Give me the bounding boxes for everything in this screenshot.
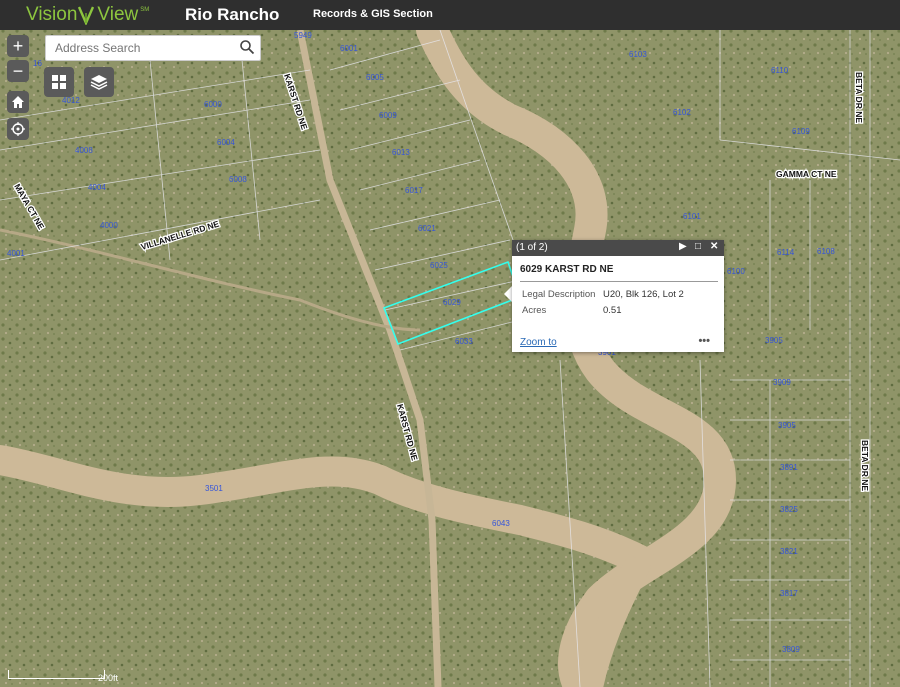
parcel-label: 6004: [217, 138, 235, 147]
logo-word-vision: Vision: [26, 4, 78, 25]
zoom-out-button[interactable]: −: [7, 60, 29, 82]
parcel-label: 4000: [100, 221, 118, 230]
section-title[interactable]: Records & GIS Section: [313, 8, 433, 20]
parcel-label: 4012: [62, 96, 80, 105]
maximize-icon[interactable]: □: [695, 241, 701, 252]
legal-description-label: Legal Description: [522, 289, 596, 300]
parcel-label: 4008: [75, 146, 93, 155]
parcel-label: 16: [33, 59, 42, 68]
parcel-label: 3501: [205, 484, 223, 493]
scale-label: 200ft: [98, 673, 119, 683]
parcel-label: 3809: [782, 645, 800, 654]
parcel-label: 6103: [629, 50, 647, 59]
home-button[interactable]: [7, 91, 29, 113]
address-search-box[interactable]: [45, 35, 261, 61]
parcel-label: 4001: [7, 249, 25, 258]
feature-popup: (1 of 2) ▶ □ ✕ 6029 KARST RD NE Legal De…: [512, 240, 724, 352]
parcel-label: 6100: [727, 267, 745, 276]
parcel-label: 5949: [294, 31, 312, 40]
parcel-label: 6013: [392, 148, 410, 157]
parcel-label: 3817: [780, 589, 798, 598]
address-search-input[interactable]: [53, 40, 237, 56]
next-feature-icon[interactable]: ▶: [679, 241, 687, 252]
locate-button[interactable]: [7, 118, 29, 140]
parcel-label: 3891: [780, 463, 798, 472]
popup-divider: [520, 281, 718, 282]
parcel-label: 6021: [418, 224, 436, 233]
parcel-label: 3825: [780, 505, 798, 514]
popup-count: (1 of 2): [516, 242, 548, 253]
grid-icon: [52, 75, 66, 89]
parcel-label: 3909: [773, 378, 791, 387]
parcel-label: 6110: [771, 66, 789, 75]
scale-bar: [8, 670, 105, 679]
logo-word-view: View: [97, 4, 139, 25]
parcel-label: 6101: [683, 212, 701, 221]
parcel-label: 6008: [229, 175, 247, 184]
logo-service-mark: SM: [140, 7, 150, 13]
logo-leaf-icon: [78, 6, 95, 25]
parcel-label: 6025: [430, 261, 448, 270]
parcel-label: 6108: [817, 247, 835, 256]
legal-description-value: U20, Blk 126, Lot 2: [603, 289, 684, 300]
vision-view-logo: Vision View SM: [26, 4, 149, 26]
parcel-label: 6114: [777, 248, 795, 257]
popup-title: 6029 KARST RD NE: [520, 264, 614, 275]
aerial-map[interactable]: KARST RD NE KARST RD NE VILLANELLE RD NE…: [0, 30, 900, 687]
parcel-label: 6102: [673, 108, 691, 117]
parcel-label: 3905: [765, 336, 783, 345]
road-label-beta-north: BETA DR NE: [854, 72, 864, 123]
parcel-label: 6009: [379, 111, 397, 120]
search-icon[interactable]: [239, 39, 255, 55]
parcel-label: 4004: [88, 183, 106, 192]
acres-value: 0.51: [603, 305, 622, 316]
layers-icon: [90, 75, 108, 90]
parcel-label: 6033: [455, 337, 473, 346]
zoom-in-button[interactable]: +: [7, 35, 29, 57]
app-header: Vision View SM Rio Rancho Records & GIS …: [0, 0, 900, 30]
more-options-button[interactable]: •••: [698, 335, 710, 347]
parcel-label: 6017: [405, 186, 423, 195]
parcel-label: 6000: [204, 100, 222, 109]
road-label-beta-south: BETA DR NE: [860, 440, 870, 491]
city-title: Rio Rancho: [185, 5, 280, 24]
popup-header: (1 of 2) ▶ □ ✕: [512, 240, 724, 256]
parcel-label: 6043: [492, 519, 510, 528]
zoom-to-link[interactable]: Zoom to: [520, 337, 557, 348]
layers-button[interactable]: [84, 67, 114, 97]
parcel-label: 6029: [443, 298, 461, 307]
parcel-label: 6001: [340, 44, 358, 53]
parcel-label: 3905: [778, 421, 796, 430]
close-icon[interactable]: ✕: [710, 241, 718, 252]
road-label-gamma: GAMMA CT NE: [776, 169, 837, 179]
locate-icon: [11, 122, 25, 136]
parcel-label: 6005: [366, 73, 384, 82]
parcel-label: 3821: [780, 547, 798, 556]
popup-pointer: [504, 286, 512, 302]
home-icon: [12, 96, 24, 108]
basemap-gallery-button[interactable]: [44, 67, 74, 97]
acres-label: Acres: [522, 305, 547, 316]
parcel-label: 6109: [792, 127, 810, 136]
